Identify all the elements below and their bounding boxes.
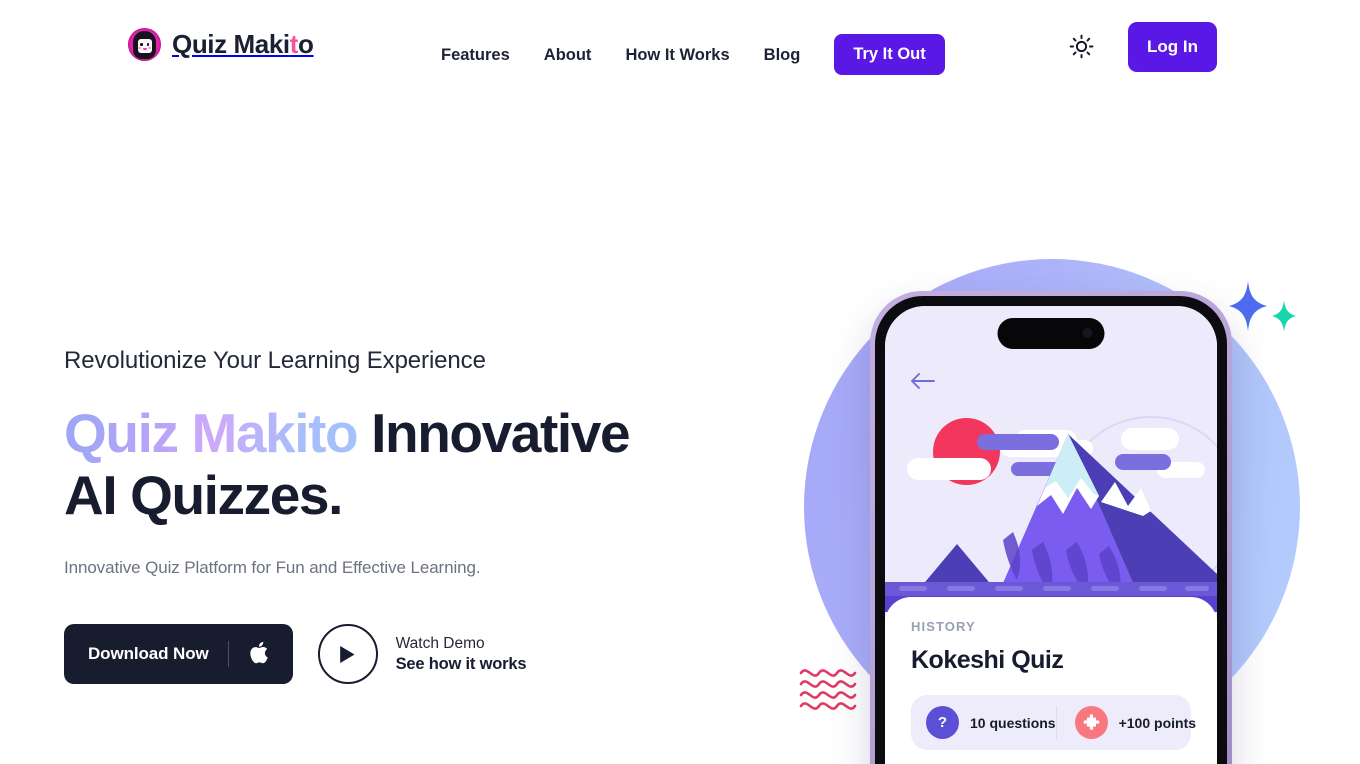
watch-demo-group[interactable]: Watch Demo See how it works: [317, 624, 527, 684]
hero-headline-rest: Innovative: [357, 402, 630, 464]
hero-headline-line2: AI Quizzes.: [64, 464, 343, 526]
brand-name: Quiz Makito: [172, 29, 314, 60]
hero-eyebrow: Revolutionize Your Learning Experience: [64, 347, 486, 374]
button-divider: [227, 641, 229, 667]
watch-demo-title: Watch Demo: [395, 635, 485, 652]
wavy-lines-decoration: [798, 665, 868, 716]
login-button[interactable]: Log In: [1128, 22, 1217, 72]
question-mark-icon: ?: [926, 706, 959, 739]
fuji-mountain-shape: [885, 434, 1217, 612]
brand-name-main: Quiz Maki: [172, 29, 290, 59]
phone-screen: HISTORY Kokeshi Quiz ? 10 questions +100…: [885, 306, 1217, 764]
quiz-card-kicker: HISTORY: [911, 619, 976, 634]
back-button[interactable]: [910, 372, 936, 395]
hero-subtext: Innovative Quiz Platform for Fun and Eff…: [64, 558, 481, 577]
site-header: Quiz Makito Features About How It Works …: [0, 0, 1360, 94]
phone-mockup: HISTORY Kokeshi Quiz ? 10 questions +100…: [870, 291, 1232, 764]
sparkle-large-icon: [1228, 281, 1268, 336]
dynamic-island: [997, 318, 1105, 349]
stat-points-label: +100 points: [1118, 714, 1197, 731]
nav-item-features[interactable]: Features: [441, 42, 527, 68]
download-now-button[interactable]: Download Now: [64, 624, 293, 684]
mount-fuji-illustration: [885, 306, 1217, 612]
kokeshi-avatar-icon: [128, 28, 161, 61]
puzzle-piece-icon: [1074, 706, 1108, 739]
watch-demo-text: Watch Demo See how it works: [396, 633, 527, 675]
sparkle-small-icon: [1271, 300, 1297, 337]
phone-bezel: HISTORY Kokeshi Quiz ? 10 questions +100…: [875, 296, 1227, 764]
theme-toggle-button[interactable]: [1068, 33, 1095, 60]
hero-headline-gradient: Quiz Makito: [64, 402, 359, 464]
brand-name-accent: t: [289, 29, 299, 59]
stat-questions: ? 10 questions: [911, 706, 1056, 739]
download-now-label: Download Now: [88, 644, 209, 663]
hero-cta-row: Download Now Watch Demo See how it works: [64, 624, 526, 684]
hero-headline: Quiz Makito Innovative AI Quizzes.: [64, 402, 724, 526]
play-demo-button[interactable]: [317, 624, 378, 684]
quiz-card-title: Kokeshi Quiz: [911, 646, 1064, 674]
stat-questions-label: 10 questions: [970, 714, 1056, 731]
play-icon: [340, 645, 355, 663]
nav-item-blog[interactable]: Blog: [747, 42, 818, 68]
quiz-card: HISTORY Kokeshi Quiz ? 10 questions +100…: [885, 597, 1217, 764]
stat-points: +100 points: [1055, 706, 1197, 739]
landing-page: Quiz Makito Features About How It Works …: [0, 0, 1360, 764]
nav-item-how-it-works[interactable]: How It Works: [608, 42, 746, 68]
main-nav: Features About How It Works Blog Try It …: [441, 34, 945, 75]
try-it-out-button[interactable]: Try It Out: [834, 34, 945, 75]
nav-item-about[interactable]: About: [527, 42, 609, 68]
watch-demo-subtitle: See how it works: [395, 655, 527, 673]
hero-copy: Revolutionize Your Learning Experience Q…: [64, 344, 724, 578]
quiz-stats-row: ? 10 questions +100 points: [911, 695, 1196, 750]
hero-visual: HISTORY Kokeshi Quiz ? 10 questions +100…: [760, 240, 1360, 764]
sun-icon: [1069, 34, 1094, 59]
arrow-left-icon: [911, 373, 935, 389]
brand-logo[interactable]: Quiz Makito: [128, 28, 314, 61]
apple-icon: [248, 640, 269, 668]
brand-name-tail: o: [298, 29, 314, 59]
